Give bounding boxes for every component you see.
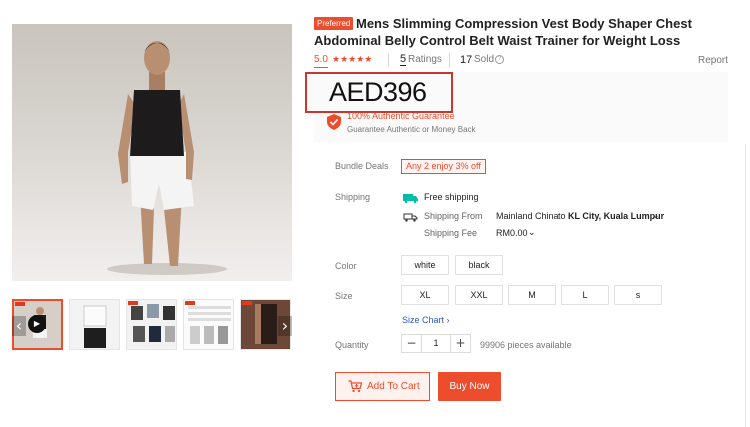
add-to-cart-label: Add To Cart — [367, 381, 420, 392]
product-main-image[interactable] — [12, 24, 292, 281]
shipping-from-label: Shipping From — [424, 211, 483, 221]
thumbnail-2[interactable] — [69, 299, 120, 350]
quantity-input[interactable]: 1 — [422, 335, 450, 352]
product-price: AED396 — [329, 77, 427, 107]
color-option-white[interactable]: white — [401, 255, 449, 275]
size-option-m[interactable]: M — [508, 285, 556, 305]
cart-plus-icon — [348, 380, 362, 393]
delivery-truck-icon — [403, 213, 418, 222]
size-chart-label: Size Chart — [402, 315, 445, 325]
shipping-fee-value[interactable]: RM0.00 — [496, 228, 528, 238]
preferred-badge: Preferred — [314, 17, 354, 30]
thumbnail-tag — [15, 302, 25, 306]
size-label: Size — [335, 291, 353, 301]
product-title: Mens Slimming Compression Vest Body Shap… — [314, 16, 692, 48]
add-to-cart-button[interactable]: Add To Cart — [335, 372, 430, 401]
quantity-label: Quantity — [335, 340, 369, 350]
chevron-left-icon[interactable]: ‹ — [12, 316, 26, 336]
thumbnail-tag — [128, 301, 138, 305]
rating-score[interactable]: 5.0 — [314, 53, 328, 68]
thumbnail-tag — [242, 301, 252, 305]
size-chart-link[interactable]: Size Chart › — [402, 315, 450, 325]
thumbnail-tag — [185, 301, 195, 305]
size-option-xl[interactable]: XL — [401, 285, 449, 305]
quantity-increase-button[interactable]: + — [450, 335, 470, 352]
shipping-label: Shipping — [335, 192, 371, 202]
shield-check-icon — [327, 114, 341, 130]
buy-now-button[interactable]: Buy Now — [438, 372, 501, 401]
quantity-stepper: − 1 + — [401, 334, 471, 353]
free-shipping-truck-icon — [403, 194, 418, 203]
product-photo-illustration — [107, 41, 227, 275]
free-shipping-text: Free shipping — [424, 192, 479, 202]
shipping-fee-label: Shipping Fee — [424, 228, 478, 238]
guarantee-subtitle: Guarantee Authentic or Money Back — [347, 125, 476, 134]
guarantee-title[interactable]: 100% Authentic Guarantee — [347, 111, 455, 121]
thumbnail-image — [70, 300, 119, 349]
chevron-down-icon[interactable]: ⌄ — [652, 210, 660, 221]
quantity-decrease-button[interactable]: − — [402, 335, 422, 352]
chevron-right-icon[interactable]: › — [278, 316, 292, 336]
play-icon[interactable]: ▶ — [28, 315, 46, 333]
size-option-l[interactable]: L — [561, 285, 609, 305]
divider — [449, 53, 450, 67]
thumbnail-4[interactable] — [183, 299, 234, 350]
divider — [388, 53, 389, 67]
report-link[interactable]: Report — [698, 55, 728, 66]
shipping-to-word: to — [558, 211, 566, 221]
bundle-deals-label: Bundle Deals — [335, 161, 389, 171]
thumbnail-image — [184, 300, 233, 349]
chevron-down-icon[interactable]: ⌄ — [528, 227, 536, 238]
chevron-right-icon: › — [446, 315, 450, 325]
shipping-from-value: Mainland China — [496, 211, 559, 221]
size-option-xxl[interactable]: XXL — [455, 285, 503, 305]
color-option-black[interactable]: black — [455, 255, 503, 275]
rating-stars: ★★★★★ — [332, 55, 373, 65]
shipping-destination[interactable]: KL City, Kuala Lumpur — [568, 211, 664, 221]
thumbnail-strip — [12, 299, 292, 351]
ratings-label: Ratings — [408, 54, 442, 65]
sold-label: Sold — [474, 54, 495, 65]
thumbnail-3[interactable] — [126, 299, 177, 350]
stock-available: 99906 pieces available — [480, 340, 572, 350]
size-option-s[interactable]: s — [614, 285, 662, 305]
help-circle-icon[interactable]: ? — [495, 55, 504, 64]
sold-count: 17 — [460, 54, 473, 66]
ratings-count[interactable]: 5 — [400, 53, 407, 66]
divider — [745, 145, 746, 427]
thumbnail-image — [127, 300, 176, 349]
bundle-deal-tag[interactable]: Any 2 enjoy 3% off — [401, 159, 486, 174]
color-label: Color — [335, 261, 357, 271]
